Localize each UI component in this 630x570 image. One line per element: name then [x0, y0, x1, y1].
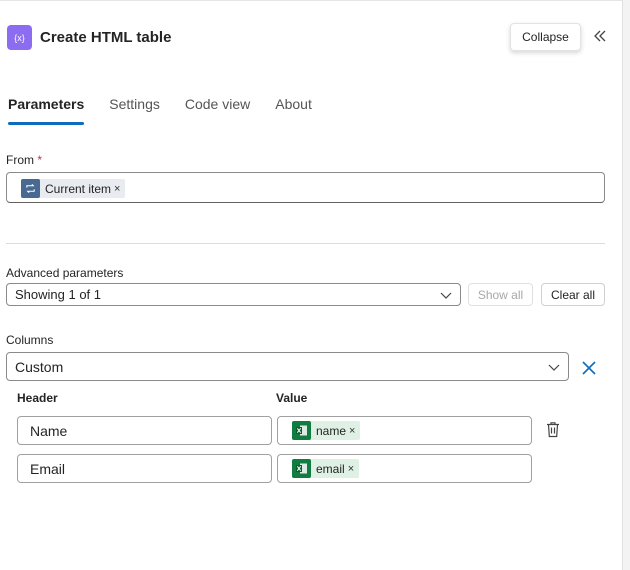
token-label: Current item	[45, 181, 112, 196]
header-input-value: Email	[30, 460, 66, 477]
trash-icon[interactable]	[545, 421, 561, 438]
icon-glyph: {x}	[14, 32, 25, 43]
tab-parameters[interactable]: Parameters	[8, 96, 85, 125]
tab-code-view[interactable]: Code view	[185, 96, 250, 122]
close-icon[interactable]	[580, 359, 598, 377]
columns-value: Custom	[15, 358, 64, 375]
loop-icon	[21, 179, 40, 198]
advanced-parameters-value: Showing 1 of 1	[15, 287, 102, 302]
token-remove-icon[interactable]: ×	[349, 425, 355, 437]
value-input-email[interactable]: email ×	[277, 454, 532, 483]
value-input-name[interactable]: name ×	[277, 416, 532, 445]
token-label: name	[316, 423, 347, 438]
double-chevron-left-icon[interactable]	[592, 28, 608, 44]
chevron-down-icon	[440, 292, 452, 299]
header-input-name[interactable]: Name	[17, 416, 272, 445]
header-input-email[interactable]: Email	[17, 454, 272, 483]
from-input[interactable]: Current item ×	[6, 172, 605, 203]
from-label-text: From	[6, 153, 34, 167]
header-column-label: Header	[17, 391, 58, 405]
tab-about[interactable]: About	[275, 96, 312, 122]
current-item-token[interactable]: Current item ×	[21, 179, 126, 198]
section-divider	[6, 243, 605, 244]
excel-icon	[292, 421, 311, 440]
header-input-value: Name	[30, 422, 68, 439]
advanced-parameters-dropdown[interactable]: Showing 1 of 1	[6, 283, 461, 306]
from-label: From *	[6, 153, 42, 167]
clear-all-button[interactable]: Clear all	[541, 283, 605, 306]
data-operation-icon: {x}	[7, 25, 32, 50]
panel-edge	[622, 0, 630, 570]
tab-settings[interactable]: Settings	[109, 96, 160, 122]
value-column-label: Value	[276, 391, 308, 405]
tab-bar: Parameters Settings Code view About	[8, 96, 337, 125]
action-title[interactable]: Create HTML table	[40, 29, 171, 46]
token-remove-icon[interactable]: ×	[348, 463, 354, 475]
email-token[interactable]: email ×	[292, 459, 360, 478]
columns-label: Columns	[6, 333, 54, 347]
required-mark: *	[37, 153, 43, 167]
show-all-button[interactable]: Show all	[468, 283, 533, 306]
columns-dropdown[interactable]: Custom	[6, 352, 569, 381]
name-token[interactable]: name ×	[292, 421, 361, 440]
collapse-tooltip: Collapse	[510, 23, 581, 51]
token-remove-icon[interactable]: ×	[114, 183, 120, 195]
token-label: email	[316, 461, 345, 476]
chevron-down-icon	[548, 364, 560, 371]
excel-icon	[292, 459, 311, 478]
action-panel: {x} Create HTML table Collapse Parameter…	[0, 0, 622, 570]
advanced-parameters-label: Advanced parameters	[6, 266, 124, 280]
